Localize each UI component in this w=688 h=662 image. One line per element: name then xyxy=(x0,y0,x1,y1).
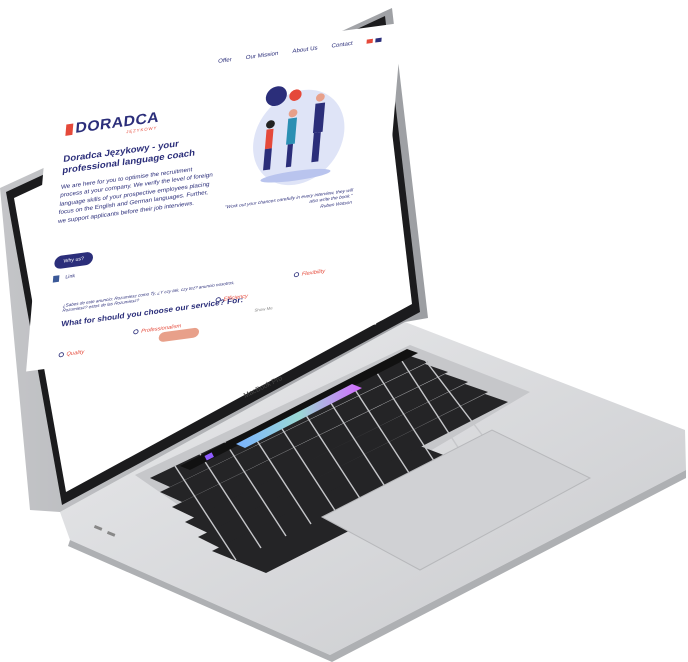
feature-quality: Quality xyxy=(58,349,84,358)
why-us-button[interactable]: Why us? xyxy=(53,251,94,270)
quote-block: "Work out your chances carefully in ever… xyxy=(220,188,354,224)
team-illustration xyxy=(253,86,345,186)
laptop-mockup: MacBook Pro Offer Our Mission About Us C… xyxy=(0,0,688,662)
facebook-icon[interactable] xyxy=(52,275,60,283)
language-switcher[interactable] xyxy=(366,37,382,45)
show-more-link[interactable]: Show Me xyxy=(254,306,273,313)
nav-contact[interactable]: Contact xyxy=(331,41,353,50)
nav-about-us[interactable]: About Us xyxy=(292,45,318,54)
check-circle-icon xyxy=(58,351,65,358)
brand-logo[interactable]: DORADCA JĘZYKOWY xyxy=(65,109,160,144)
social-links: Link xyxy=(52,273,75,283)
logo-mark-icon xyxy=(65,123,74,136)
website-screen: Offer Our Mission About Us Contact DORAD… xyxy=(26,22,402,372)
nav-offer[interactable]: Offer xyxy=(218,57,232,65)
nav-our-mission[interactable]: Our Mission xyxy=(245,51,278,61)
check-circle-icon xyxy=(215,296,222,303)
flag-en-icon[interactable] xyxy=(375,37,382,43)
flag-pl-icon[interactable] xyxy=(366,38,373,44)
social-link-label[interactable]: Link xyxy=(65,274,75,280)
check-circle-icon xyxy=(293,271,300,278)
feature-flexibility: Flexibility xyxy=(293,268,325,278)
check-circle-icon xyxy=(133,328,139,335)
